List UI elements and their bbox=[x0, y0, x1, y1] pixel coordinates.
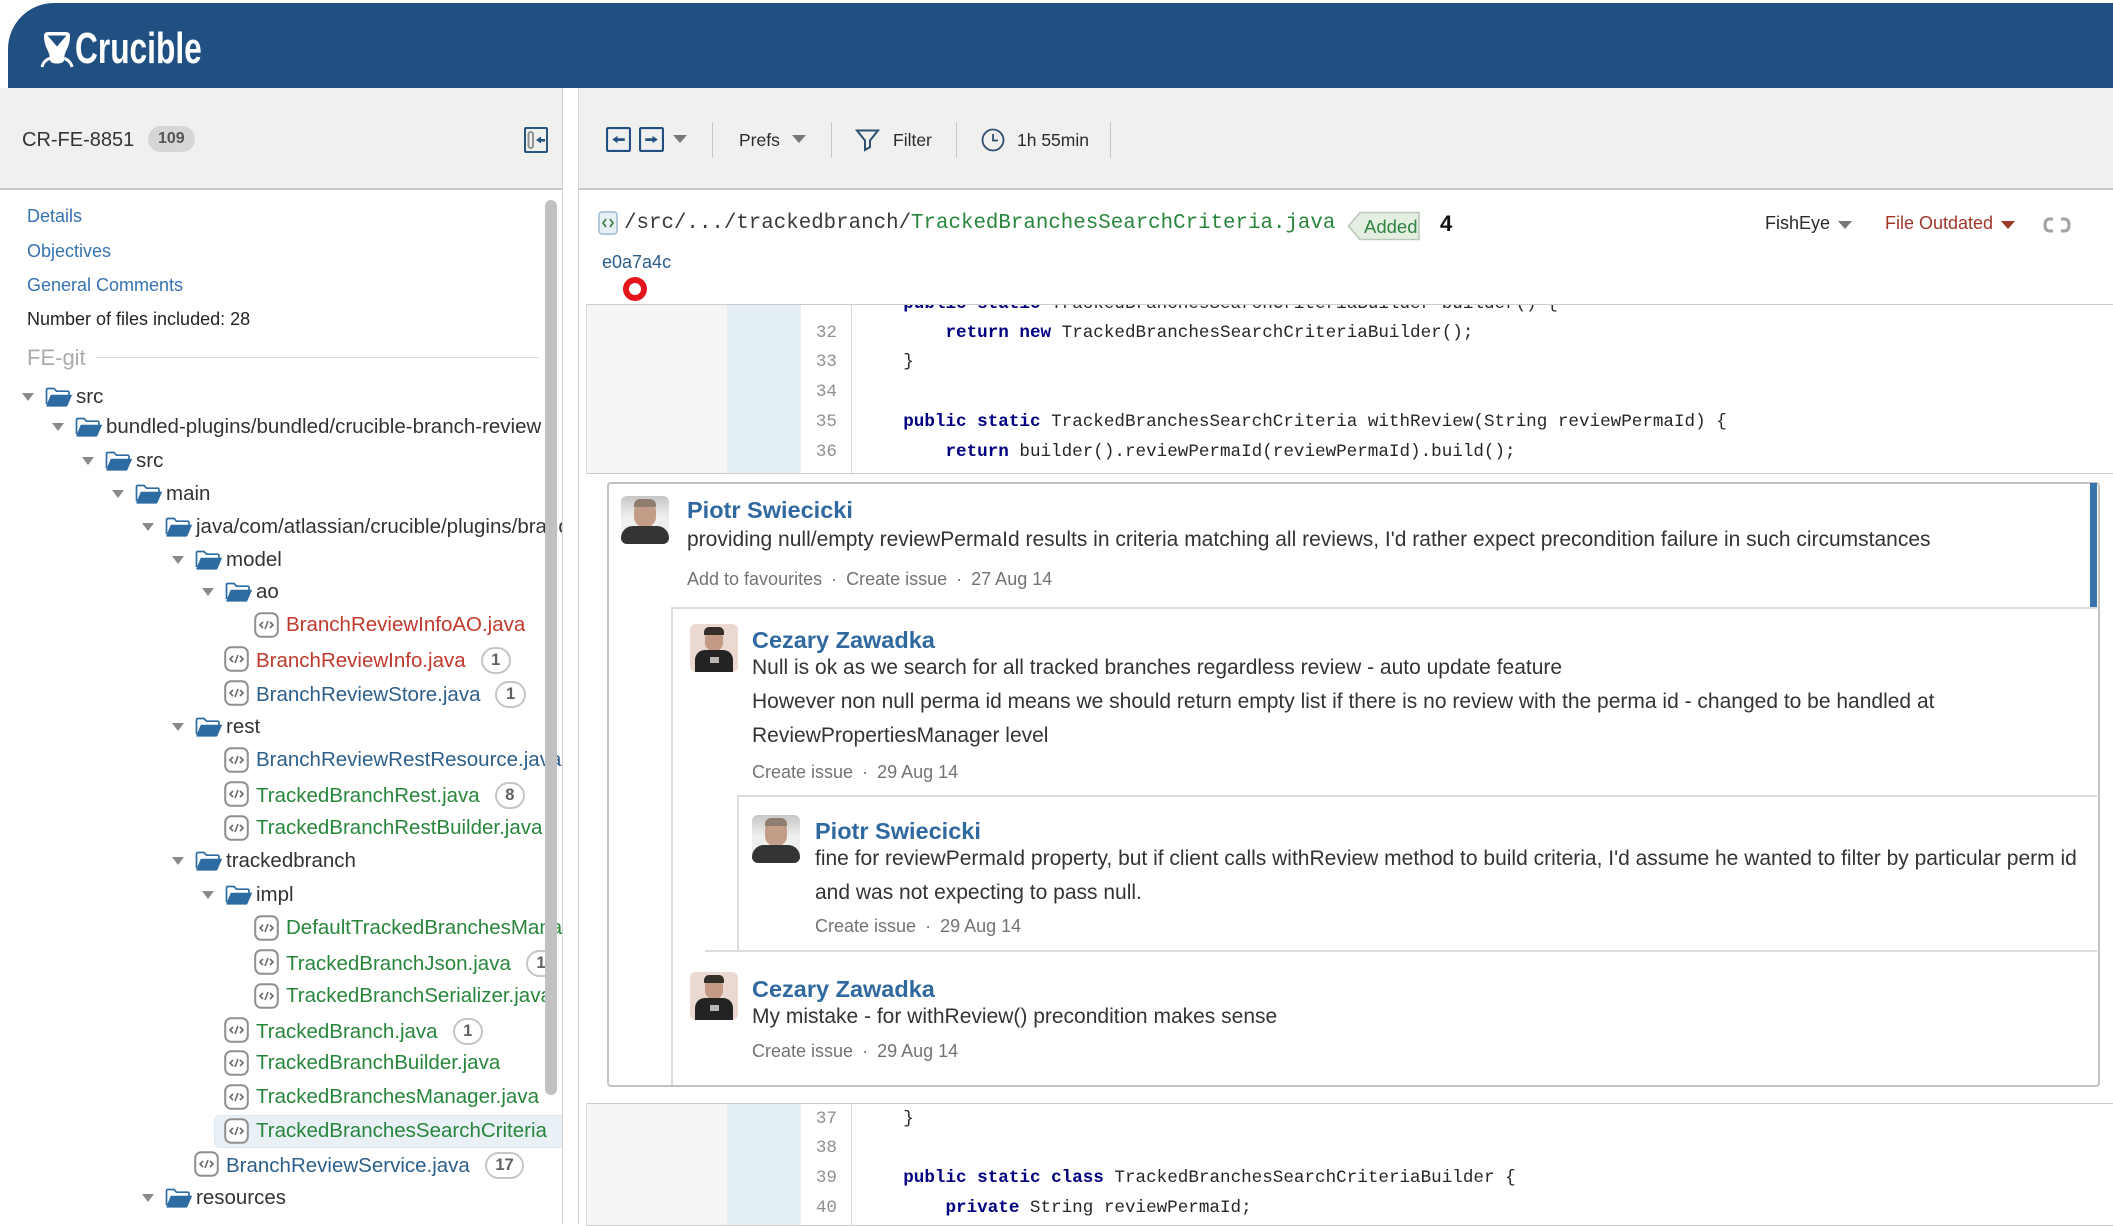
svg-text:Added: Added bbox=[1364, 216, 1418, 237]
